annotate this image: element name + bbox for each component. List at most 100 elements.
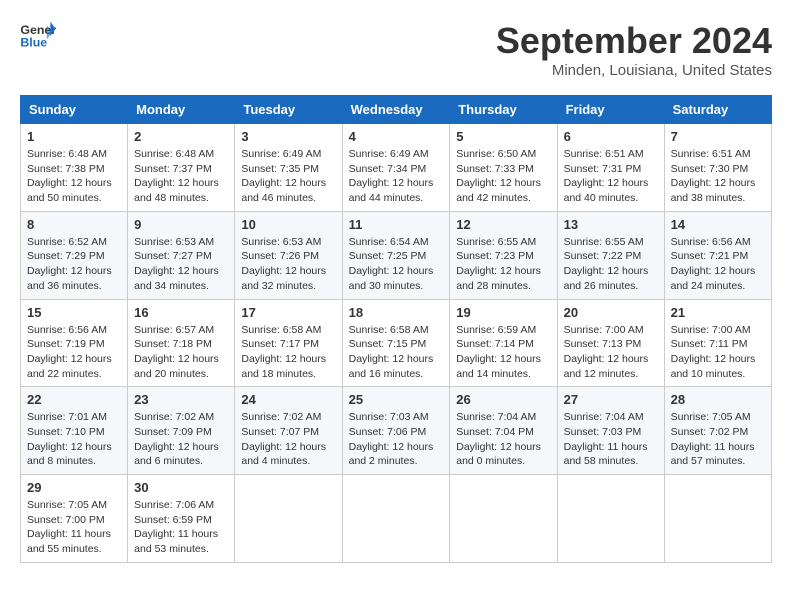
day-number: 5 [456, 129, 550, 144]
calendar-cell: 9 Sunrise: 6:53 AMSunset: 7:27 PMDayligh… [128, 211, 235, 299]
calendar-cell: 23 Sunrise: 7:02 AMSunset: 7:09 PMDaylig… [128, 387, 235, 475]
day-info: Sunrise: 6:49 AMSunset: 7:34 PMDaylight:… [349, 147, 444, 206]
calendar-cell [450, 475, 557, 563]
day-number: 28 [671, 392, 765, 407]
calendar-cell: 17 Sunrise: 6:58 AMSunset: 7:17 PMDaylig… [235, 299, 342, 387]
calendar-week-row: 15 Sunrise: 6:56 AMSunset: 7:19 PMDaylig… [21, 299, 772, 387]
logo: General Blue [20, 20, 56, 50]
day-number: 21 [671, 305, 765, 320]
day-info: Sunrise: 7:00 AMSunset: 7:13 PMDaylight:… [564, 323, 658, 382]
day-number: 30 [134, 480, 228, 495]
day-number: 13 [564, 217, 658, 232]
day-number: 23 [134, 392, 228, 407]
day-info: Sunrise: 6:54 AMSunset: 7:25 PMDaylight:… [349, 235, 444, 294]
day-number: 11 [349, 217, 444, 232]
day-info: Sunrise: 6:58 AMSunset: 7:15 PMDaylight:… [349, 323, 444, 382]
weekday-header: Saturday [664, 96, 771, 124]
day-number: 10 [241, 217, 335, 232]
day-info: Sunrise: 6:48 AMSunset: 7:37 PMDaylight:… [134, 147, 228, 206]
month-title: September 2024 [496, 20, 772, 62]
calendar-cell: 10 Sunrise: 6:53 AMSunset: 7:26 PMDaylig… [235, 211, 342, 299]
day-number: 29 [27, 480, 121, 495]
day-number: 7 [671, 129, 765, 144]
day-info: Sunrise: 6:53 AMSunset: 7:26 PMDaylight:… [241, 235, 335, 294]
calendar-cell: 22 Sunrise: 7:01 AMSunset: 7:10 PMDaylig… [21, 387, 128, 475]
page-header: General Blue September 2024 Minden, Loui… [20, 20, 772, 79]
svg-text:Blue: Blue [20, 35, 47, 49]
calendar-week-row: 22 Sunrise: 7:01 AMSunset: 7:10 PMDaylig… [21, 387, 772, 475]
calendar-cell: 16 Sunrise: 6:57 AMSunset: 7:18 PMDaylig… [128, 299, 235, 387]
calendar-cell: 5 Sunrise: 6:50 AMSunset: 7:33 PMDayligh… [450, 124, 557, 212]
day-number: 2 [134, 129, 228, 144]
day-info: Sunrise: 6:51 AMSunset: 7:30 PMDaylight:… [671, 147, 765, 206]
day-info: Sunrise: 6:55 AMSunset: 7:22 PMDaylight:… [564, 235, 658, 294]
day-info: Sunrise: 6:56 AMSunset: 7:19 PMDaylight:… [27, 323, 121, 382]
day-number: 15 [27, 305, 121, 320]
calendar-cell: 24 Sunrise: 7:02 AMSunset: 7:07 PMDaylig… [235, 387, 342, 475]
logo-icon: General Blue [20, 20, 56, 50]
day-number: 24 [241, 392, 335, 407]
day-number: 19 [456, 305, 550, 320]
calendar-cell: 6 Sunrise: 6:51 AMSunset: 7:31 PMDayligh… [557, 124, 664, 212]
calendar-cell: 3 Sunrise: 6:49 AMSunset: 7:35 PMDayligh… [235, 124, 342, 212]
day-info: Sunrise: 6:48 AMSunset: 7:38 PMDaylight:… [27, 147, 121, 206]
calendar-cell: 13 Sunrise: 6:55 AMSunset: 7:22 PMDaylig… [557, 211, 664, 299]
calendar-week-row: 8 Sunrise: 6:52 AMSunset: 7:29 PMDayligh… [21, 211, 772, 299]
day-number: 1 [27, 129, 121, 144]
day-number: 16 [134, 305, 228, 320]
calendar-cell: 28 Sunrise: 7:05 AMSunset: 7:02 PMDaylig… [664, 387, 771, 475]
day-info: Sunrise: 7:00 AMSunset: 7:11 PMDaylight:… [671, 323, 765, 382]
day-info: Sunrise: 6:57 AMSunset: 7:18 PMDaylight:… [134, 323, 228, 382]
calendar-cell: 18 Sunrise: 6:58 AMSunset: 7:15 PMDaylig… [342, 299, 450, 387]
weekday-header: Friday [557, 96, 664, 124]
day-number: 4 [349, 129, 444, 144]
day-info: Sunrise: 6:59 AMSunset: 7:14 PMDaylight:… [456, 323, 550, 382]
day-number: 8 [27, 217, 121, 232]
title-area: September 2024 Minden, Louisiana, United… [496, 20, 772, 79]
day-number: 9 [134, 217, 228, 232]
calendar-cell: 26 Sunrise: 7:04 AMSunset: 7:04 PMDaylig… [450, 387, 557, 475]
calendar-cell: 19 Sunrise: 6:59 AMSunset: 7:14 PMDaylig… [450, 299, 557, 387]
day-info: Sunrise: 6:49 AMSunset: 7:35 PMDaylight:… [241, 147, 335, 206]
calendar-cell: 25 Sunrise: 7:03 AMSunset: 7:06 PMDaylig… [342, 387, 450, 475]
day-number: 12 [456, 217, 550, 232]
calendar-cell: 1 Sunrise: 6:48 AMSunset: 7:38 PMDayligh… [21, 124, 128, 212]
calendar-cell: 7 Sunrise: 6:51 AMSunset: 7:30 PMDayligh… [664, 124, 771, 212]
day-number: 25 [349, 392, 444, 407]
calendar-cell [664, 475, 771, 563]
calendar-cell: 2 Sunrise: 6:48 AMSunset: 7:37 PMDayligh… [128, 124, 235, 212]
day-info: Sunrise: 7:02 AMSunset: 7:07 PMDaylight:… [241, 410, 335, 469]
day-info: Sunrise: 7:06 AMSunset: 6:59 PMDaylight:… [134, 498, 228, 557]
day-info: Sunrise: 7:05 AMSunset: 7:00 PMDaylight:… [27, 498, 121, 557]
calendar-cell: 11 Sunrise: 6:54 AMSunset: 7:25 PMDaylig… [342, 211, 450, 299]
day-number: 17 [241, 305, 335, 320]
day-info: Sunrise: 6:50 AMSunset: 7:33 PMDaylight:… [456, 147, 550, 206]
calendar-cell: 29 Sunrise: 7:05 AMSunset: 7:00 PMDaylig… [21, 475, 128, 563]
calendar-cell: 27 Sunrise: 7:04 AMSunset: 7:03 PMDaylig… [557, 387, 664, 475]
day-info: Sunrise: 6:55 AMSunset: 7:23 PMDaylight:… [456, 235, 550, 294]
calendar-cell: 12 Sunrise: 6:55 AMSunset: 7:23 PMDaylig… [450, 211, 557, 299]
day-info: Sunrise: 6:52 AMSunset: 7:29 PMDaylight:… [27, 235, 121, 294]
location-title: Minden, Louisiana, United States [496, 62, 772, 79]
calendar-cell: 15 Sunrise: 6:56 AMSunset: 7:19 PMDaylig… [21, 299, 128, 387]
day-number: 22 [27, 392, 121, 407]
weekday-header: Sunday [21, 96, 128, 124]
calendar-week-row: 1 Sunrise: 6:48 AMSunset: 7:38 PMDayligh… [21, 124, 772, 212]
calendar: SundayMondayTuesdayWednesdayThursdayFrid… [20, 95, 772, 563]
calendar-cell: 4 Sunrise: 6:49 AMSunset: 7:34 PMDayligh… [342, 124, 450, 212]
day-number: 18 [349, 305, 444, 320]
weekday-header: Tuesday [235, 96, 342, 124]
calendar-cell [342, 475, 450, 563]
day-info: Sunrise: 6:51 AMSunset: 7:31 PMDaylight:… [564, 147, 658, 206]
calendar-cell: 8 Sunrise: 6:52 AMSunset: 7:29 PMDayligh… [21, 211, 128, 299]
day-info: Sunrise: 6:56 AMSunset: 7:21 PMDaylight:… [671, 235, 765, 294]
weekday-header: Thursday [450, 96, 557, 124]
day-info: Sunrise: 7:03 AMSunset: 7:06 PMDaylight:… [349, 410, 444, 469]
day-info: Sunrise: 7:05 AMSunset: 7:02 PMDaylight:… [671, 410, 765, 469]
calendar-week-row: 29 Sunrise: 7:05 AMSunset: 7:00 PMDaylig… [21, 475, 772, 563]
day-number: 27 [564, 392, 658, 407]
calendar-cell [235, 475, 342, 563]
day-info: Sunrise: 7:02 AMSunset: 7:09 PMDaylight:… [134, 410, 228, 469]
weekday-header: Monday [128, 96, 235, 124]
calendar-cell: 14 Sunrise: 6:56 AMSunset: 7:21 PMDaylig… [664, 211, 771, 299]
